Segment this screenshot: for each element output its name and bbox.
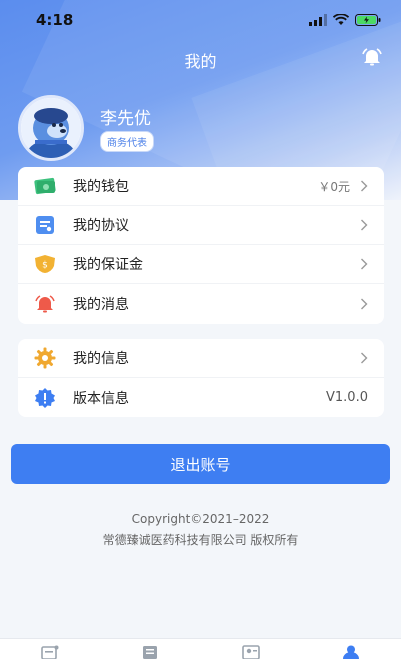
gear-icon [34, 347, 56, 369]
list-tab-icon [143, 646, 158, 659]
tab-profile[interactable] [301, 639, 401, 659]
menu-item-label: 我的保证金 [73, 257, 143, 273]
home-tab-icon [41, 645, 59, 659]
menu-item-deposit[interactable]: $ 我的保证金 [18, 245, 384, 284]
version-number: V1.0.0 [326, 390, 368, 405]
deposit-icon: $ [34, 253, 56, 275]
user-name: 李先优 [100, 109, 151, 129]
menu-item-messages[interactable]: 我的消息 [18, 284, 384, 323]
profile-tab-icon [342, 645, 359, 659]
avatar-image [21, 98, 81, 158]
menu-item-label: 版本信息 [73, 390, 129, 407]
tab-contacts[interactable] [201, 639, 301, 659]
wallet-icon [34, 175, 56, 197]
contacts-tab-icon [241, 645, 260, 659]
menu-item-version[interactable]: 版本信息 V1.0.0 [18, 378, 384, 417]
notification-button[interactable] [361, 46, 383, 68]
tab-list[interactable] [100, 639, 200, 659]
status-icons [309, 14, 381, 26]
battery-icon [355, 14, 381, 26]
menu-item-wallet[interactable]: 我的钱包 ￥0元 [18, 167, 384, 206]
menu-item-agreement[interactable]: 我的协议 [18, 206, 384, 245]
tab-home[interactable] [0, 639, 100, 659]
menu-card-account: 我的钱包 ￥0元 我的协议 $ 我的保证金 我的消息 [18, 167, 384, 324]
logout-button[interactable]: 退出账号 [11, 444, 390, 484]
signal-icon [309, 14, 327, 26]
chevron-right-icon [361, 352, 368, 364]
wifi-icon [333, 14, 349, 25]
bottom-tab-bar [0, 638, 401, 659]
chevron-right-icon [361, 180, 368, 192]
page-title: 我的 [184, 52, 217, 71]
bell-icon [34, 293, 56, 315]
chevron-right-icon [361, 298, 368, 309]
document-icon [34, 214, 56, 236]
role-badge: 商务代表 [100, 131, 154, 152]
chevron-right-icon [361, 219, 368, 231]
avatar[interactable] [18, 95, 84, 161]
menu-item-label: 我的消息 [73, 296, 129, 313]
menu-item-label: 我的协议 [73, 218, 129, 234]
copyright-text: Copyright©2021–2022 [131, 512, 270, 526]
menu-item-label: 我的钱包 [73, 179, 129, 195]
menu-item-my-info[interactable]: 我的信息 [18, 339, 384, 378]
company-text: 常德臻诚医药科技有限公司 版权所有 [102, 533, 299, 547]
menu-item-label: 我的信息 [73, 351, 129, 367]
alarm-bell-icon [362, 48, 382, 66]
chevron-right-icon [361, 258, 368, 270]
wallet-balance: ￥0元 [318, 179, 350, 194]
status-bar: 4:18 [0, 0, 401, 40]
info-icon [34, 387, 56, 409]
status-time: 4:18 [36, 11, 74, 29]
menu-card-info: 我的信息 版本信息 V1.0.0 [18, 339, 384, 417]
svg-text:$: $ [42, 261, 48, 271]
